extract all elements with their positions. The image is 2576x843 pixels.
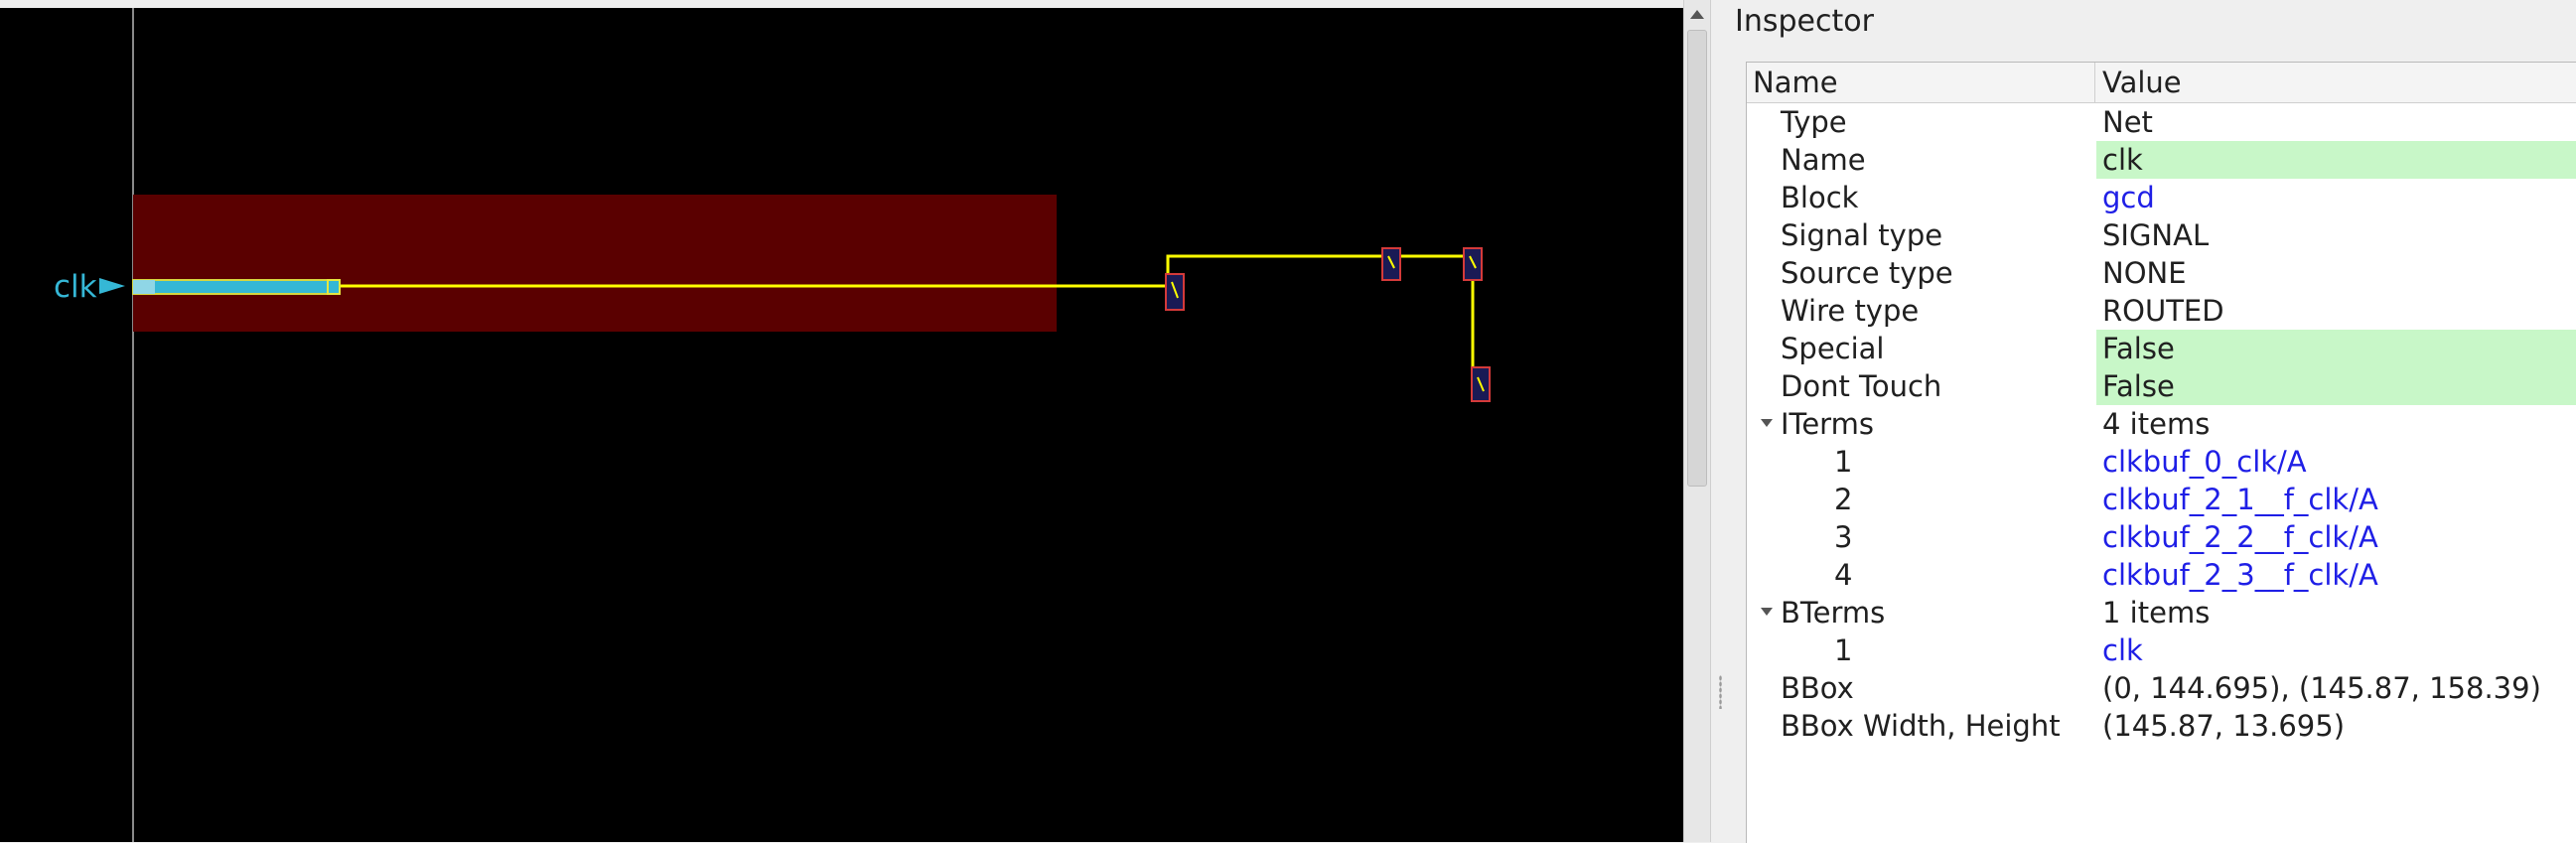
- property-value: (145.87, 13.695): [2102, 709, 2346, 743]
- vertical-scrollbar[interactable]: [1683, 0, 1711, 842]
- tree-row-signal-type[interactable]: Signal type SIGNAL: [1747, 216, 2576, 254]
- property-name: Wire type: [1781, 294, 1920, 328]
- iterm-link[interactable]: clkbuf_0_clk/A: [2102, 443, 2307, 481]
- property-name: BBox Width, Height: [1781, 709, 2061, 743]
- property-value[interactable]: False: [2096, 330, 2576, 367]
- property-name: ITerms: [1781, 407, 1874, 441]
- item-index: 1: [1834, 633, 1853, 667]
- instance-rect: [133, 195, 1057, 332]
- property-value[interactable]: clk: [2096, 141, 2576, 179]
- tree-row-bterms[interactable]: BTerms 1 items: [1747, 594, 2576, 632]
- property-value: (0, 144.695), (145.87, 158.39): [2102, 671, 2541, 705]
- item-index: 2: [1834, 483, 1853, 516]
- property-name: Type: [1781, 105, 1847, 139]
- property-value: SIGNAL: [2102, 218, 2210, 252]
- tree-row-wire-type[interactable]: Wire type ROUTED: [1747, 292, 2576, 330]
- bterm-link[interactable]: clk: [2102, 632, 2143, 669]
- property-name: Name: [1781, 143, 1866, 177]
- iterm-row[interactable]: 1 clkbuf_0_clk/A: [1747, 443, 2576, 481]
- iterm-row[interactable]: 3 clkbuf_2_2__f_clk/A: [1747, 518, 2576, 556]
- tree-row-bbox-width-height[interactable]: BBox Width, Height (145.87, 13.695): [1747, 707, 2576, 745]
- property-name: Source type: [1781, 256, 1953, 290]
- item-index: 1: [1834, 445, 1853, 479]
- tree-row-special[interactable]: Special False: [1747, 330, 2576, 367]
- item-index: 3: [1834, 520, 1853, 554]
- inspector-title: Inspector: [1735, 4, 1874, 39]
- tree-row-bbox[interactable]: BBox (0, 144.695), (145.87, 158.39): [1747, 669, 2576, 707]
- pin-arrow-icon: [99, 278, 125, 294]
- property-name: Special: [1781, 332, 1885, 365]
- pin-label: clk: [54, 269, 97, 305]
- iterm-row[interactable]: 2 clkbuf_2_1__f_clk/A: [1747, 481, 2576, 518]
- bterm-row[interactable]: 1 clk: [1747, 632, 2576, 669]
- iterm-link[interactable]: clkbuf_2_1__f_clk/A: [2102, 481, 2378, 518]
- tree-row-type[interactable]: Type Net: [1747, 103, 2576, 141]
- property-value: NONE: [2102, 256, 2187, 290]
- property-value: 1 items: [2102, 596, 2211, 630]
- splitter-grip-icon: [1719, 675, 1722, 709]
- tree-row-source-type[interactable]: Source type NONE: [1747, 254, 2576, 292]
- iterm-link[interactable]: clkbuf_2_2__f_clk/A: [2102, 518, 2378, 556]
- property-name: Signal type: [1781, 218, 1943, 252]
- block-link[interactable]: gcd: [2102, 179, 2155, 216]
- tree-row-name[interactable]: Name clk: [1747, 141, 2576, 179]
- column-separator[interactable]: [2094, 63, 2095, 102]
- scroll-thumb[interactable]: [1687, 30, 1707, 487]
- scroll-up-arrow-icon[interactable]: [1690, 10, 1704, 19]
- layout-viewer[interactable]: clk: [0, 8, 1683, 842]
- tree-row-dont-touch[interactable]: Dont Touch False: [1747, 367, 2576, 405]
- property-name: BTerms: [1781, 596, 1886, 630]
- wire-branch: [1166, 254, 1475, 377]
- property-value: Net: [2102, 105, 2153, 139]
- property-name: Dont Touch: [1781, 369, 1942, 403]
- property-value: 4 items: [2102, 407, 2211, 441]
- property-value: ROUTED: [2102, 294, 2224, 328]
- item-index: 4: [1834, 558, 1853, 592]
- expand-arrow-icon[interactable]: [1761, 608, 1773, 616]
- tree-row-iterms[interactable]: ITerms 4 items: [1747, 405, 2576, 443]
- tree-row-block[interactable]: Block gcd: [1747, 179, 2576, 216]
- column-header-name[interactable]: Name: [1753, 66, 1838, 99]
- pin-shape: [132, 279, 341, 295]
- tree-header: Name Value: [1747, 63, 2576, 103]
- iterm-row[interactable]: 4 clkbuf_2_3__f_clk/A: [1747, 556, 2576, 594]
- property-name: Block: [1781, 181, 1859, 214]
- column-header-value[interactable]: Value: [2102, 66, 2182, 99]
- expand-arrow-icon[interactable]: [1761, 419, 1773, 427]
- pin-via: [133, 280, 155, 294]
- property-value[interactable]: False: [2096, 367, 2576, 405]
- property-name: BBox: [1781, 671, 1854, 705]
- layout-drawing: [99, 8, 1491, 842]
- iterm-link[interactable]: clkbuf_2_3__f_clk/A: [2102, 556, 2378, 594]
- inspector-tree[interactable]: Name Value Type Net Name clk Block gcd S…: [1746, 62, 2576, 843]
- dock-splitter[interactable]: [1711, 0, 1731, 842]
